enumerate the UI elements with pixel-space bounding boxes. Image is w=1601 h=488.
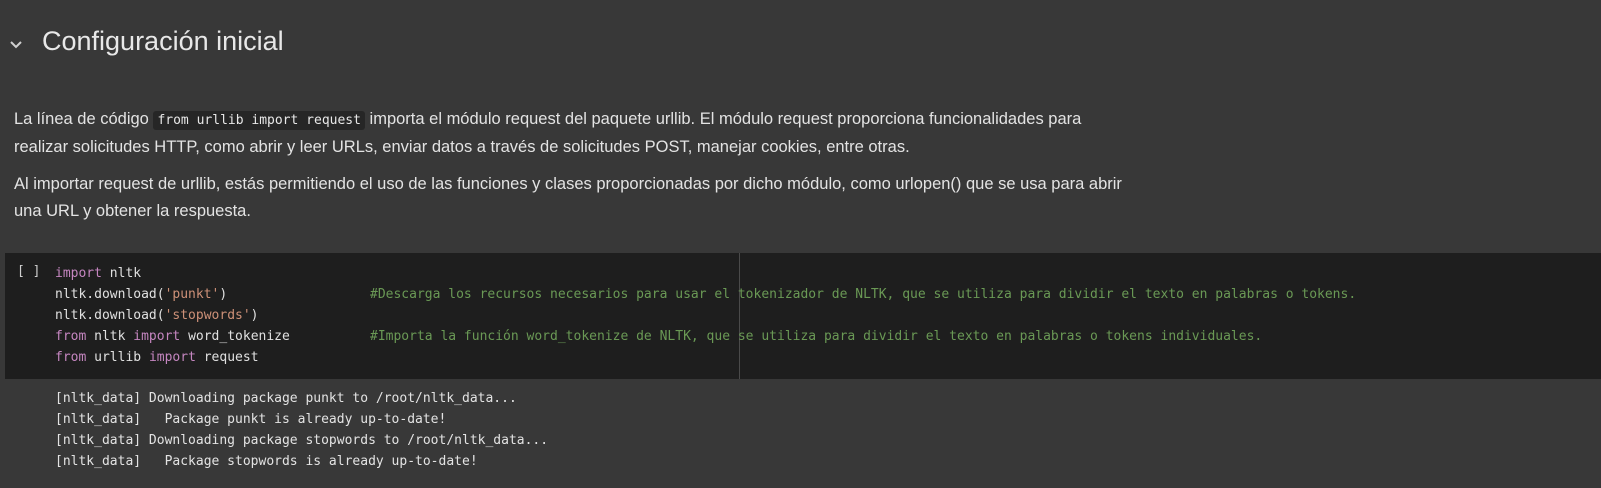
code-line: nltk.download('punkt') #Descarga los recu… [55, 284, 1356, 305]
run-cell-button[interactable]: [ ] [17, 264, 40, 279]
paragraph-1: La línea de código from urllib import re… [14, 110, 1082, 156]
output-line: [nltk_data] Downloading package stopword… [55, 433, 549, 448]
paragraph-2: Al importar request de urllib, estás per… [14, 175, 1122, 220]
code-line: from urllib import request [55, 350, 259, 365]
section-title: Configuración inicial [42, 26, 284, 56]
code-comment: #Importa la función word_tokenize de NLT… [370, 329, 1263, 344]
code-line: import nltk [55, 266, 142, 281]
inline-code: from urllib import request [153, 111, 365, 130]
output-line: [nltk_data] Package punkt is already up-… [55, 412, 447, 427]
code-line: nltk.download('stopwords') [55, 308, 259, 323]
code-comment: #Descarga los recursos necesarios para u… [370, 287, 1357, 302]
section-header: Configuración inicial [0, 22, 600, 66]
code-editor[interactable]: import nltk nltk.download('punkt') #Desca… [55, 263, 1356, 368]
markdown-text-cell: La línea de código from urllib import re… [14, 106, 1124, 235]
chevron-down-icon[interactable] [6, 34, 26, 54]
output-line: [nltk_data] Downloading package punkt to… [55, 391, 517, 406]
code-line: from nltk import word_tokenize #Importa l… [55, 326, 1262, 347]
line-length-ruler [739, 253, 740, 379]
cell-output: [nltk_data] Downloading package punkt to… [55, 388, 548, 472]
code-cell[interactable]: [ ] import nltk nltk.download('punkt') #D… [5, 253, 1601, 379]
output-line: [nltk_data] Package stopwords is already… [55, 454, 478, 469]
